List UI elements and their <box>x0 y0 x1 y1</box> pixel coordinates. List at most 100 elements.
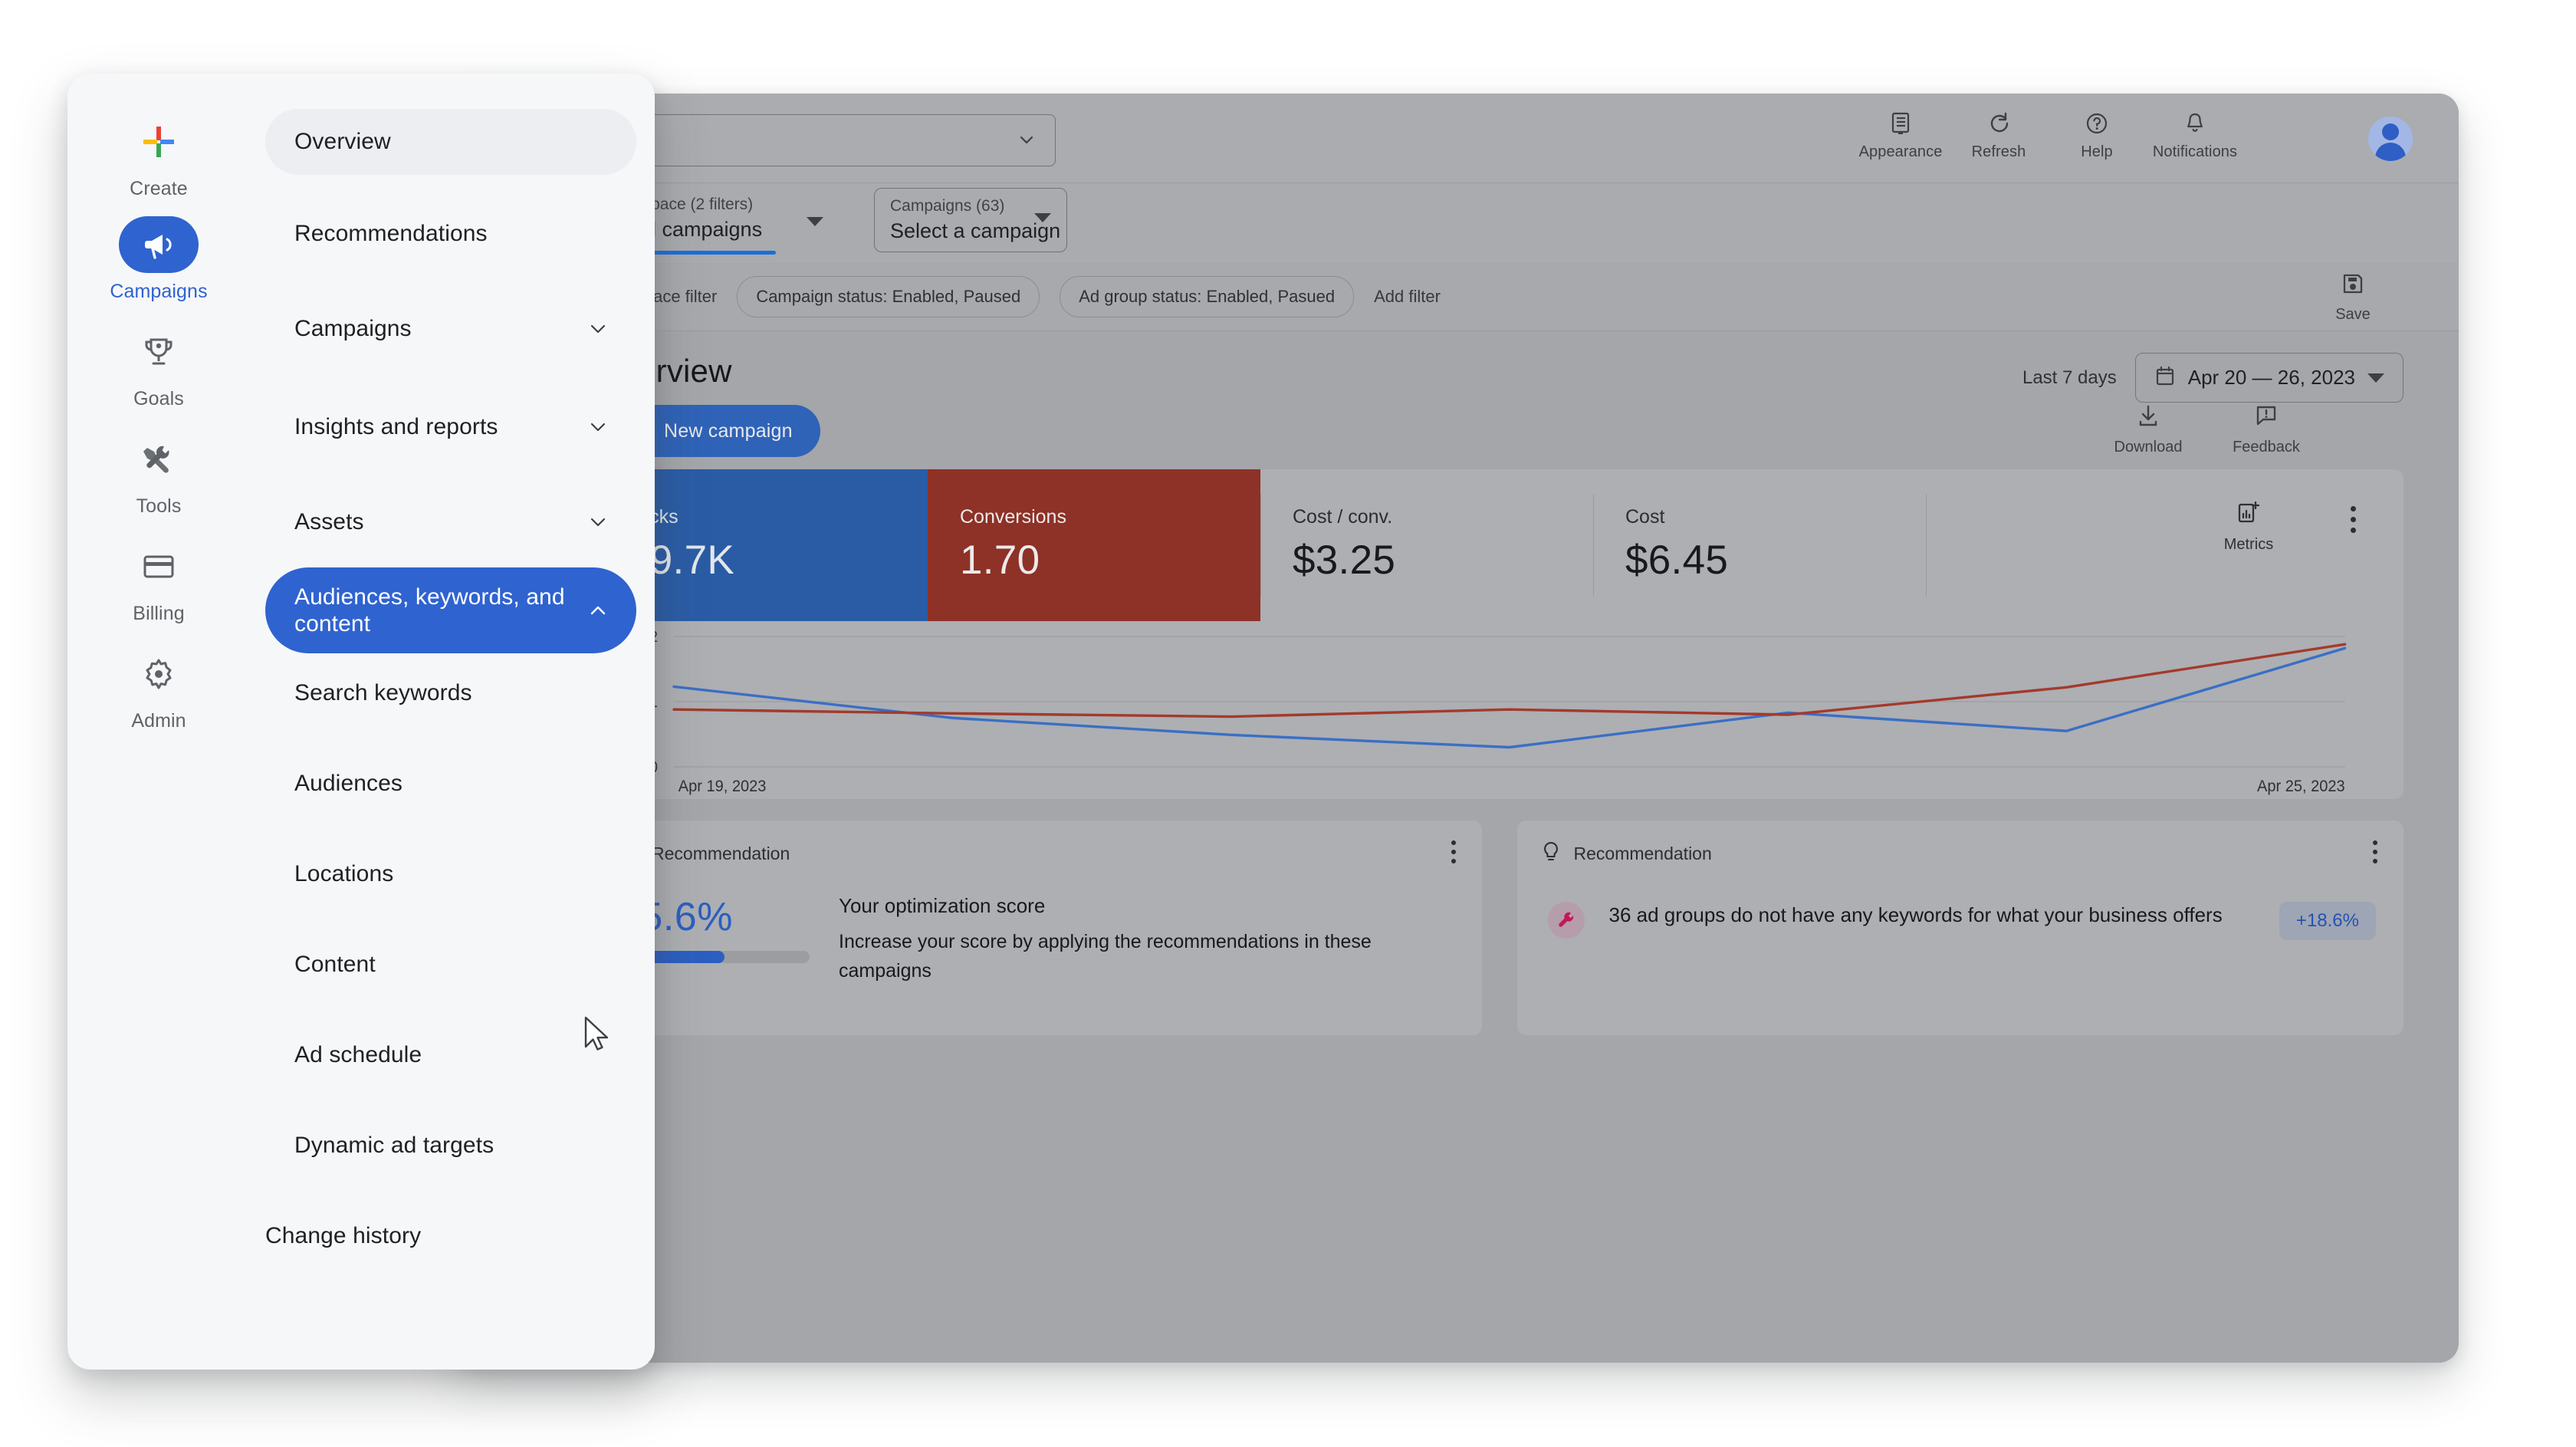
rail-item-admin[interactable]: Admin <box>67 646 250 732</box>
nav-subitem-ad-schedule[interactable]: Ad schedule <box>294 1032 422 1078</box>
date-preset-label: Last 7 days <box>2022 367 2117 388</box>
chevron-down-icon <box>1034 213 1051 222</box>
download-icon <box>2136 403 2160 432</box>
avatar[interactable] <box>2368 117 2413 161</box>
nav-sublabel: Audiences <box>294 771 402 796</box>
tools-icon <box>119 431 199 488</box>
metrics-button[interactable]: Metrics <box>2203 500 2295 554</box>
add-filter-button[interactable]: Add filter <box>1374 287 1441 307</box>
nav-label: Audiences, keywords, and content <box>294 584 565 636</box>
save-label: Save <box>2335 306 2371 323</box>
nav-subitem-audiences[interactable]: Audiences <box>294 761 402 807</box>
notifications-button[interactable]: Notifications <box>2146 110 2244 161</box>
trophy-icon <box>119 324 199 380</box>
metric-tile-cost[interactable]: Cost $6.45 <box>1593 469 1926 621</box>
filter-chip-adgroup-status[interactable]: Ad group status: Enabled, Pasued <box>1060 276 1355 317</box>
svg-text:Apr 19, 2023: Apr 19, 2023 <box>678 778 767 796</box>
save-button[interactable]: Save <box>2307 271 2399 324</box>
nav-sublabel: Locations <box>294 861 394 886</box>
chevron-up-icon <box>587 600 609 621</box>
recommendation-description: Increase your score by applying the reco… <box>839 931 1372 982</box>
feedback-button[interactable]: Feedback <box>2224 403 2308 456</box>
chevron-down-icon <box>587 511 609 533</box>
download-button[interactable]: Download <box>2106 403 2190 456</box>
nav-label: Overview <box>294 129 391 154</box>
appearance-button[interactable]: Appearance <box>1852 110 1950 161</box>
calendar-icon <box>2154 365 2176 390</box>
rail-item-create[interactable]: Create <box>67 113 250 200</box>
recommendation-title: Recommendation <box>652 844 790 863</box>
metric-label: Cost <box>1625 506 1665 528</box>
recommendation-cards: Recommendation 55.6% Your optimization s… <box>595 821 2404 1035</box>
new-campaign-label: New campaign <box>664 419 793 442</box>
nav-subitem-search-keywords[interactable]: Search keywords <box>294 670 472 716</box>
google-ads-app-window: Appearance Refresh Help Notifications Wo… <box>452 94 2459 1363</box>
plus-colored-icon <box>119 113 199 170</box>
performance-chart: 012Apr 19, 2023Apr 25, 2023 <box>595 621 2404 799</box>
recommendation-header: Recommendation <box>1540 840 1712 867</box>
card-overflow-menu[interactable] <box>2351 506 2356 533</box>
recommendation-card-optimization-score: Recommendation 55.6% Your optimization s… <box>595 821 1482 1035</box>
rail-label: Create <box>130 178 188 199</box>
add-chart-icon <box>2236 500 2262 530</box>
nav-subitem-locations[interactable]: Locations <box>294 851 393 897</box>
metric-value: $6.45 <box>1625 538 1729 583</box>
rail-label: Campaigns <box>110 281 208 302</box>
nav-label: Recommendations <box>294 221 488 246</box>
overview-page: Overview Last 7 days Apr 20 — 26, 2023 N… <box>452 331 2459 1363</box>
campaign-select-value: Select a campaign <box>890 219 1061 242</box>
rail-item-goals[interactable]: Goals <box>67 324 250 410</box>
chevron-down-icon <box>2367 373 2384 383</box>
nav-sublabel: Search keywords <box>294 680 472 705</box>
nav-subitem-dynamic-ad-targets[interactable]: Dynamic ad targets <box>294 1123 494 1169</box>
gear-icon <box>119 646 199 702</box>
metric-label: Cost / conv. <box>1293 506 1393 528</box>
refresh-button[interactable]: Refresh <box>1950 110 2048 161</box>
recommendation-overflow-menu[interactable] <box>1451 840 1456 863</box>
rail-item-campaigns[interactable]: Campaigns <box>67 216 250 303</box>
rail-label: Billing <box>133 603 185 624</box>
performance-card: Clicks 39.7K Conversions 1.70 Cost / con… <box>595 469 2404 799</box>
nav-item-overview[interactable]: Overview <box>265 109 636 175</box>
rail-label: Goals <box>133 388 184 409</box>
date-range-value: Apr 20 — 26, 2023 <box>2187 366 2355 389</box>
download-label: Download <box>2114 439 2183 455</box>
lightbulb-icon <box>1540 840 1562 867</box>
recommendation-heading: Your optimization score <box>839 894 1046 917</box>
date-range-picker[interactable]: Apr 20 — 26, 2023 <box>2134 353 2404 403</box>
chevron-down-icon <box>807 217 823 226</box>
rail-label: Tools <box>136 495 182 517</box>
metric-tile-conversions[interactable]: Conversions 1.70 <box>928 469 1260 621</box>
billing-card-icon <box>119 538 199 595</box>
nav-sublabel: Content <box>294 952 376 977</box>
metric-tile-cost-per-conv[interactable]: Cost / conv. $3.25 <box>1260 469 1593 621</box>
nav-item-change-history[interactable]: Change history <box>265 1213 421 1259</box>
date-range-control: Last 7 days Apr 20 — 26, 2023 <box>2022 353 2404 403</box>
tile-divider <box>1926 494 1927 597</box>
nav-item-insights-and-reports[interactable]: Insights and reports <box>265 394 636 460</box>
recommendation-overflow-menu[interactable] <box>2373 840 2377 863</box>
avatar-body <box>2375 143 2406 161</box>
nav-item-recommendations[interactable]: Recommendations <box>265 201 636 267</box>
recommendation-text: Your optimization score Increase your sc… <box>839 894 1452 985</box>
navigation-panel: Create Campaigns Goals Tools Billing Adm… <box>67 74 655 1370</box>
nav-subitem-content[interactable]: Content <box>294 942 376 988</box>
recommendation-title: Recommendation <box>1573 844 1712 863</box>
tile-divider <box>1593 494 1594 597</box>
svg-text:Apr 25, 2023: Apr 25, 2023 <box>2257 778 2345 796</box>
nav-item-assets[interactable]: Assets <box>265 489 636 555</box>
avatar-head <box>2382 123 2399 140</box>
help-icon <box>2085 110 2108 136</box>
nav-list: Overview Recommendations Campaigns Insig… <box>250 74 655 1370</box>
feedback-icon <box>2254 403 2279 432</box>
help-button[interactable]: Help <box>2048 110 2146 161</box>
nav-item-audiences-keywords-and-content[interactable]: Audiences, keywords, and content <box>265 567 636 653</box>
rail-item-billing[interactable]: Billing <box>67 538 250 625</box>
metric-tiles: Clicks 39.7K Conversions 1.70 Cost / con… <box>595 469 2404 621</box>
rail-item-tools[interactable]: Tools <box>67 431 250 518</box>
campaign-selector[interactable]: Campaigns (63) Select a campaign <box>874 188 1067 252</box>
metric-label: Conversions <box>960 506 1066 528</box>
nav-item-campaigns[interactable]: Campaigns <box>265 296 636 362</box>
filter-chip-campaign-status[interactable]: Campaign status: Enabled, Paused <box>737 276 1040 317</box>
account-select[interactable] <box>594 114 1056 166</box>
